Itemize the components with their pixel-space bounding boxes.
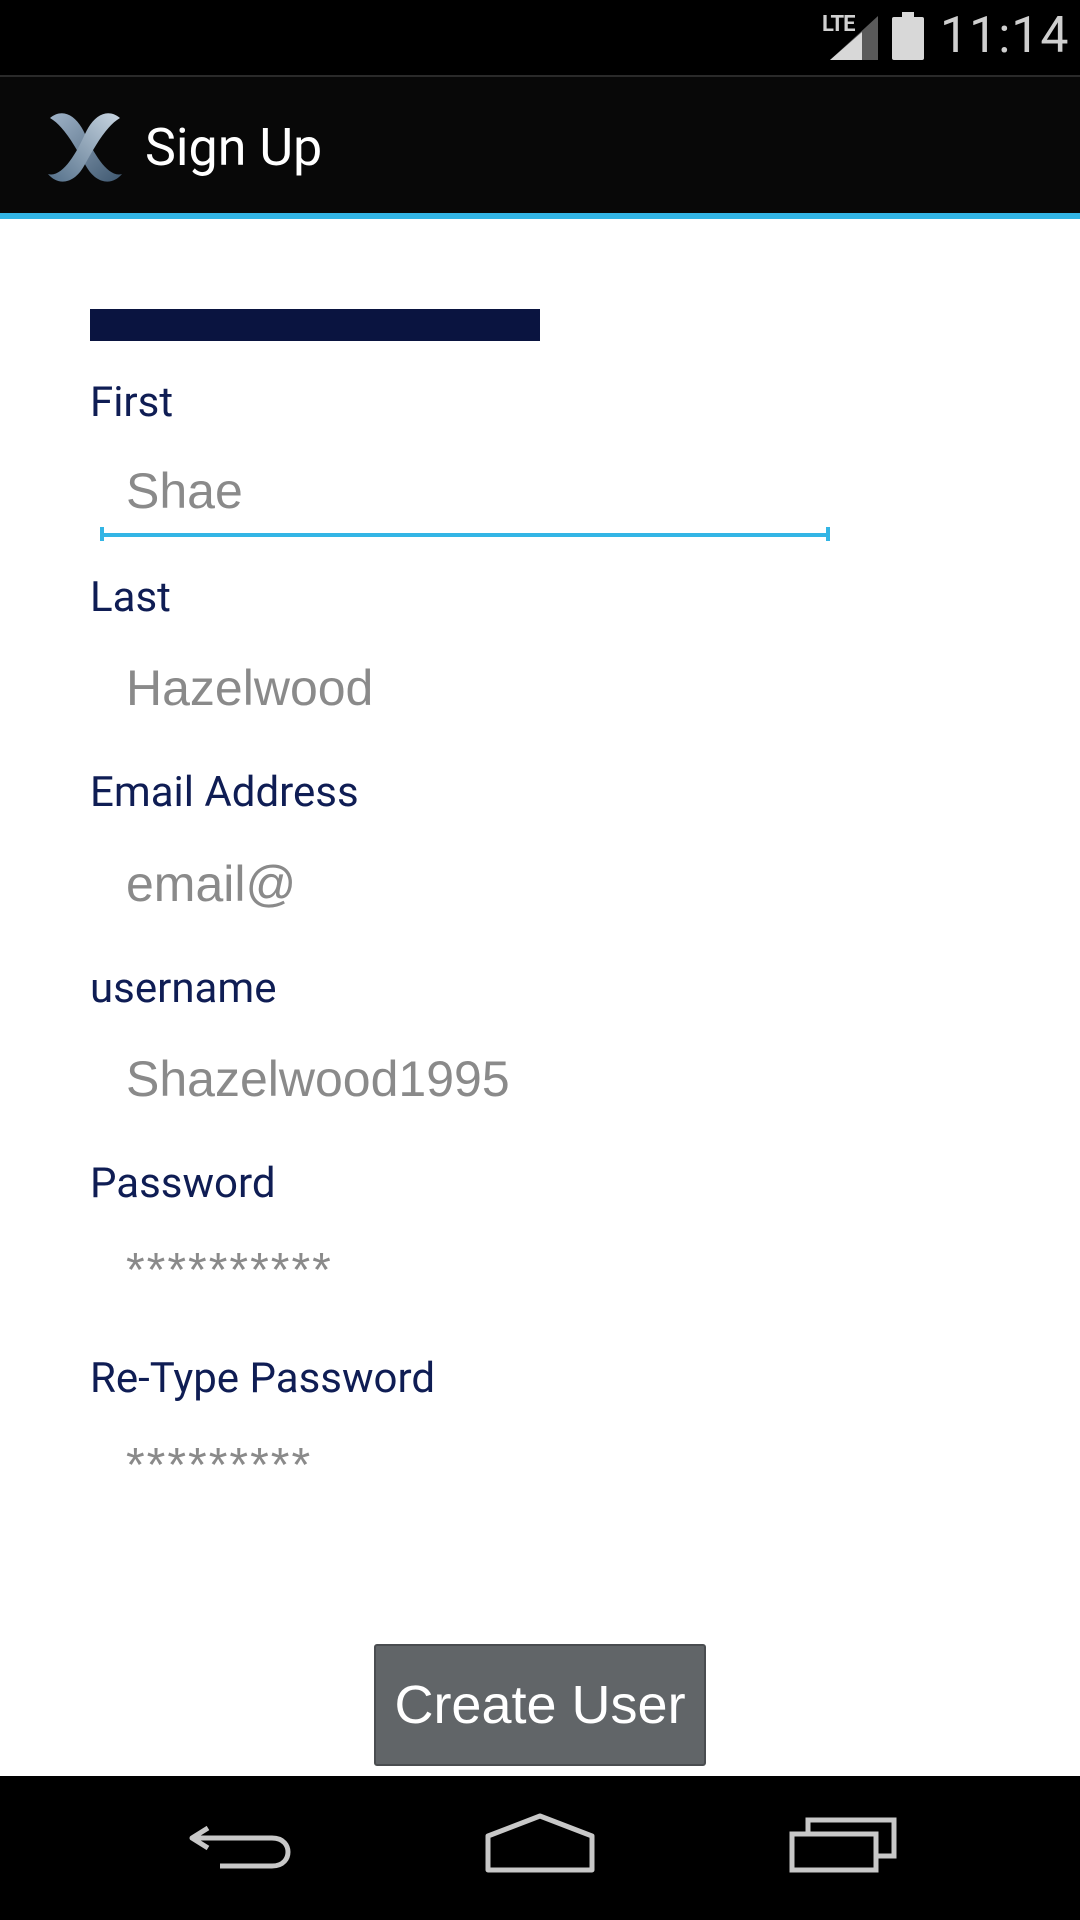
- retype-password-label: Re-Type Password: [90, 1354, 436, 1403]
- email-input[interactable]: [100, 840, 830, 928]
- page-title: Sign Up: [145, 117, 323, 178]
- first-name-label: First: [90, 378, 174, 427]
- create-user-button[interactable]: Create User: [374, 1644, 706, 1766]
- home-icon[interactable]: [480, 1806, 600, 1886]
- retype-password-input[interactable]: [100, 1421, 830, 1509]
- signal-icon: [830, 16, 878, 60]
- recents-icon[interactable]: [784, 1806, 904, 1886]
- header-banner: [90, 309, 540, 341]
- first-name-input[interactable]: [100, 449, 830, 537]
- clock: 11:14: [940, 7, 1070, 65]
- last-name-label: Last: [90, 573, 171, 622]
- battery-icon: [892, 12, 924, 60]
- password-input[interactable]: [100, 1226, 830, 1314]
- password-label: Password: [90, 1159, 276, 1208]
- input-focus-edge-left: [100, 527, 104, 541]
- action-bar: Sign Up: [0, 75, 1080, 215]
- app-logo-icon[interactable]: [42, 104, 128, 190]
- input-focus-edge-right: [826, 527, 830, 541]
- action-bar-divider: [0, 213, 1080, 219]
- username-label: username: [90, 964, 277, 1013]
- status-bar: LTE 11:14: [0, 0, 1080, 75]
- email-label: Email Address: [90, 768, 359, 817]
- last-name-input[interactable]: [100, 644, 830, 732]
- navigation-bar: [0, 1776, 1080, 1920]
- back-icon[interactable]: [180, 1806, 300, 1886]
- username-input[interactable]: [100, 1035, 830, 1123]
